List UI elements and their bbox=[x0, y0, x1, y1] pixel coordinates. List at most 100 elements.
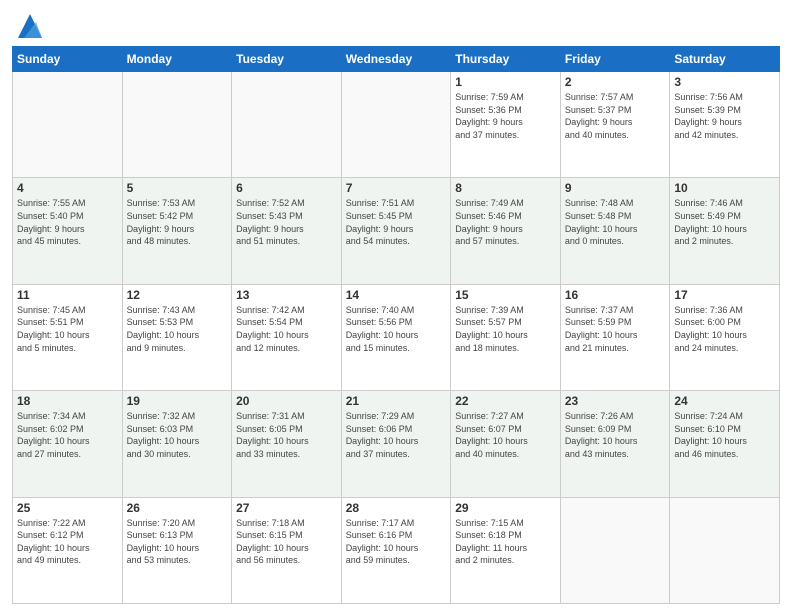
calendar-cell: 14 Sunrise: 7:40 AM Sunset: 5:56 PM Dayli… bbox=[341, 284, 451, 390]
calendar-cell: 28 Sunrise: 7:17 AM Sunset: 6:16 PM Dayli… bbox=[341, 497, 451, 603]
day-info: Sunrise: 7:42 AM Sunset: 5:54 PM Dayligh… bbox=[236, 304, 337, 354]
calendar-cell: 22 Sunrise: 7:27 AM Sunset: 6:07 PM Dayli… bbox=[451, 391, 561, 497]
calendar-cell: 16 Sunrise: 7:37 AM Sunset: 5:59 PM Dayli… bbox=[560, 284, 670, 390]
calendar-cell bbox=[122, 72, 232, 178]
calendar-cell: 1Sunrise: 7:59 AM Sunset: 5:36 PM Daylig… bbox=[451, 72, 561, 178]
day-info: Sunrise: 7:31 AM Sunset: 6:05 PM Dayligh… bbox=[236, 410, 337, 460]
day-info: Sunrise: 7:57 AM Sunset: 5:37 PM Dayligh… bbox=[565, 91, 666, 141]
day-number: 17 bbox=[674, 288, 775, 302]
day-number: 12 bbox=[127, 288, 228, 302]
calendar-cell: 4 Sunrise: 7:55 AM Sunset: 5:40 PM Daylig… bbox=[13, 178, 123, 284]
day-number: 23 bbox=[565, 394, 666, 408]
day-number: 7 bbox=[346, 181, 447, 195]
day-number: 25 bbox=[17, 501, 118, 515]
calendar-cell: 17 Sunrise: 7:36 AM Sunset: 6:00 PM Dayli… bbox=[670, 284, 780, 390]
calendar-header-monday: Monday bbox=[122, 47, 232, 72]
day-info: Sunrise: 7:27 AM Sunset: 6:07 PM Dayligh… bbox=[455, 410, 556, 460]
day-number: 2 bbox=[565, 75, 666, 89]
day-info: Sunrise: 7:56 AM Sunset: 5:39 PM Dayligh… bbox=[674, 91, 775, 141]
calendar-header-thursday: Thursday bbox=[451, 47, 561, 72]
calendar-cell bbox=[13, 72, 123, 178]
day-number: 5 bbox=[127, 181, 228, 195]
day-number: 8 bbox=[455, 181, 556, 195]
calendar-cell: 21 Sunrise: 7:29 AM Sunset: 6:06 PM Dayli… bbox=[341, 391, 451, 497]
day-number: 26 bbox=[127, 501, 228, 515]
calendar-cell: 8 Sunrise: 7:49 AM Sunset: 5:46 PM Daylig… bbox=[451, 178, 561, 284]
day-info: Sunrise: 7:39 AM Sunset: 5:57 PM Dayligh… bbox=[455, 304, 556, 354]
day-info: Sunrise: 7:55 AM Sunset: 5:40 PM Dayligh… bbox=[17, 197, 118, 247]
day-info: Sunrise: 7:48 AM Sunset: 5:48 PM Dayligh… bbox=[565, 197, 666, 247]
calendar-cell: 9 Sunrise: 7:48 AM Sunset: 5:48 PM Daylig… bbox=[560, 178, 670, 284]
day-info: Sunrise: 7:53 AM Sunset: 5:42 PM Dayligh… bbox=[127, 197, 228, 247]
day-info: Sunrise: 7:29 AM Sunset: 6:06 PM Dayligh… bbox=[346, 410, 447, 460]
calendar-cell: 25 Sunrise: 7:22 AM Sunset: 6:12 PM Dayli… bbox=[13, 497, 123, 603]
day-info: Sunrise: 7:34 AM Sunset: 6:02 PM Dayligh… bbox=[17, 410, 118, 460]
calendar-cell bbox=[232, 72, 342, 178]
calendar-cell: 20 Sunrise: 7:31 AM Sunset: 6:05 PM Dayli… bbox=[232, 391, 342, 497]
day-info: Sunrise: 7:40 AM Sunset: 5:56 PM Dayligh… bbox=[346, 304, 447, 354]
calendar-cell: 3Sunrise: 7:56 AM Sunset: 5:39 PM Daylig… bbox=[670, 72, 780, 178]
calendar-cell: 27 Sunrise: 7:18 AM Sunset: 6:15 PM Dayli… bbox=[232, 497, 342, 603]
calendar-header-sunday: Sunday bbox=[13, 47, 123, 72]
day-info: Sunrise: 7:20 AM Sunset: 6:13 PM Dayligh… bbox=[127, 517, 228, 567]
day-info: Sunrise: 7:22 AM Sunset: 6:12 PM Dayligh… bbox=[17, 517, 118, 567]
calendar-week-row: 4 Sunrise: 7:55 AM Sunset: 5:40 PM Daylig… bbox=[13, 178, 780, 284]
calendar-cell bbox=[341, 72, 451, 178]
calendar-header-tuesday: Tuesday bbox=[232, 47, 342, 72]
calendar-cell: 15 Sunrise: 7:39 AM Sunset: 5:57 PM Dayli… bbox=[451, 284, 561, 390]
calendar-cell: 29Sunrise: 7:15 AM Sunset: 6:18 PM Dayli… bbox=[451, 497, 561, 603]
day-info: Sunrise: 7:37 AM Sunset: 5:59 PM Dayligh… bbox=[565, 304, 666, 354]
day-number: 15 bbox=[455, 288, 556, 302]
calendar-cell bbox=[670, 497, 780, 603]
calendar-cell: 12 Sunrise: 7:43 AM Sunset: 5:53 PM Dayli… bbox=[122, 284, 232, 390]
day-info: Sunrise: 7:52 AM Sunset: 5:43 PM Dayligh… bbox=[236, 197, 337, 247]
logo-icon bbox=[14, 10, 46, 42]
calendar-cell: 13Sunrise: 7:42 AM Sunset: 5:54 PM Dayli… bbox=[232, 284, 342, 390]
calendar-week-row: 25 Sunrise: 7:22 AM Sunset: 6:12 PM Dayli… bbox=[13, 497, 780, 603]
day-info: Sunrise: 7:24 AM Sunset: 6:10 PM Dayligh… bbox=[674, 410, 775, 460]
day-info: Sunrise: 7:36 AM Sunset: 6:00 PM Dayligh… bbox=[674, 304, 775, 354]
day-number: 20 bbox=[236, 394, 337, 408]
calendar-week-row: 11 Sunrise: 7:45 AM Sunset: 5:51 PM Dayli… bbox=[13, 284, 780, 390]
day-number: 29 bbox=[455, 501, 556, 515]
day-info: Sunrise: 7:43 AM Sunset: 5:53 PM Dayligh… bbox=[127, 304, 228, 354]
calendar-table: SundayMondayTuesdayWednesdayThursdayFrid… bbox=[12, 46, 780, 604]
day-number: 16 bbox=[565, 288, 666, 302]
day-number: 9 bbox=[565, 181, 666, 195]
day-info: Sunrise: 7:46 AM Sunset: 5:49 PM Dayligh… bbox=[674, 197, 775, 247]
calendar-cell: 11 Sunrise: 7:45 AM Sunset: 5:51 PM Dayli… bbox=[13, 284, 123, 390]
day-number: 22 bbox=[455, 394, 556, 408]
calendar-cell: 2 Sunrise: 7:57 AM Sunset: 5:37 PM Daylig… bbox=[560, 72, 670, 178]
calendar-cell: 5 Sunrise: 7:53 AM Sunset: 5:42 PM Daylig… bbox=[122, 178, 232, 284]
day-number: 11 bbox=[17, 288, 118, 302]
day-number: 19 bbox=[127, 394, 228, 408]
day-number: 21 bbox=[346, 394, 447, 408]
day-number: 27 bbox=[236, 501, 337, 515]
calendar-cell: 23 Sunrise: 7:26 AM Sunset: 6:09 PM Dayli… bbox=[560, 391, 670, 497]
calendar-header-wednesday: Wednesday bbox=[341, 47, 451, 72]
day-info: Sunrise: 7:17 AM Sunset: 6:16 PM Dayligh… bbox=[346, 517, 447, 567]
logo bbox=[12, 14, 46, 42]
calendar-cell: 19 Sunrise: 7:32 AM Sunset: 6:03 PM Dayli… bbox=[122, 391, 232, 497]
day-number: 10 bbox=[674, 181, 775, 195]
calendar-header-row: SundayMondayTuesdayWednesdayThursdayFrid… bbox=[13, 47, 780, 72]
day-number: 14 bbox=[346, 288, 447, 302]
calendar-cell bbox=[560, 497, 670, 603]
day-info: Sunrise: 7:49 AM Sunset: 5:46 PM Dayligh… bbox=[455, 197, 556, 247]
day-info: Sunrise: 7:32 AM Sunset: 6:03 PM Dayligh… bbox=[127, 410, 228, 460]
day-info: Sunrise: 7:26 AM Sunset: 6:09 PM Dayligh… bbox=[565, 410, 666, 460]
calendar-cell: 26 Sunrise: 7:20 AM Sunset: 6:13 PM Dayli… bbox=[122, 497, 232, 603]
day-info: Sunrise: 7:18 AM Sunset: 6:15 PM Dayligh… bbox=[236, 517, 337, 567]
day-number: 28 bbox=[346, 501, 447, 515]
day-number: 4 bbox=[17, 181, 118, 195]
calendar-week-row: 18 Sunrise: 7:34 AM Sunset: 6:02 PM Dayli… bbox=[13, 391, 780, 497]
calendar-week-row: 1Sunrise: 7:59 AM Sunset: 5:36 PM Daylig… bbox=[13, 72, 780, 178]
day-info: Sunrise: 7:59 AM Sunset: 5:36 PM Dayligh… bbox=[455, 91, 556, 141]
day-info: Sunrise: 7:45 AM Sunset: 5:51 PM Dayligh… bbox=[17, 304, 118, 354]
calendar-cell: 10 Sunrise: 7:46 AM Sunset: 5:49 PM Dayli… bbox=[670, 178, 780, 284]
day-info: Sunrise: 7:51 AM Sunset: 5:45 PM Dayligh… bbox=[346, 197, 447, 247]
day-number: 18 bbox=[17, 394, 118, 408]
day-number: 24 bbox=[674, 394, 775, 408]
calendar-cell: 6Sunrise: 7:52 AM Sunset: 5:43 PM Daylig… bbox=[232, 178, 342, 284]
calendar-header-saturday: Saturday bbox=[670, 47, 780, 72]
